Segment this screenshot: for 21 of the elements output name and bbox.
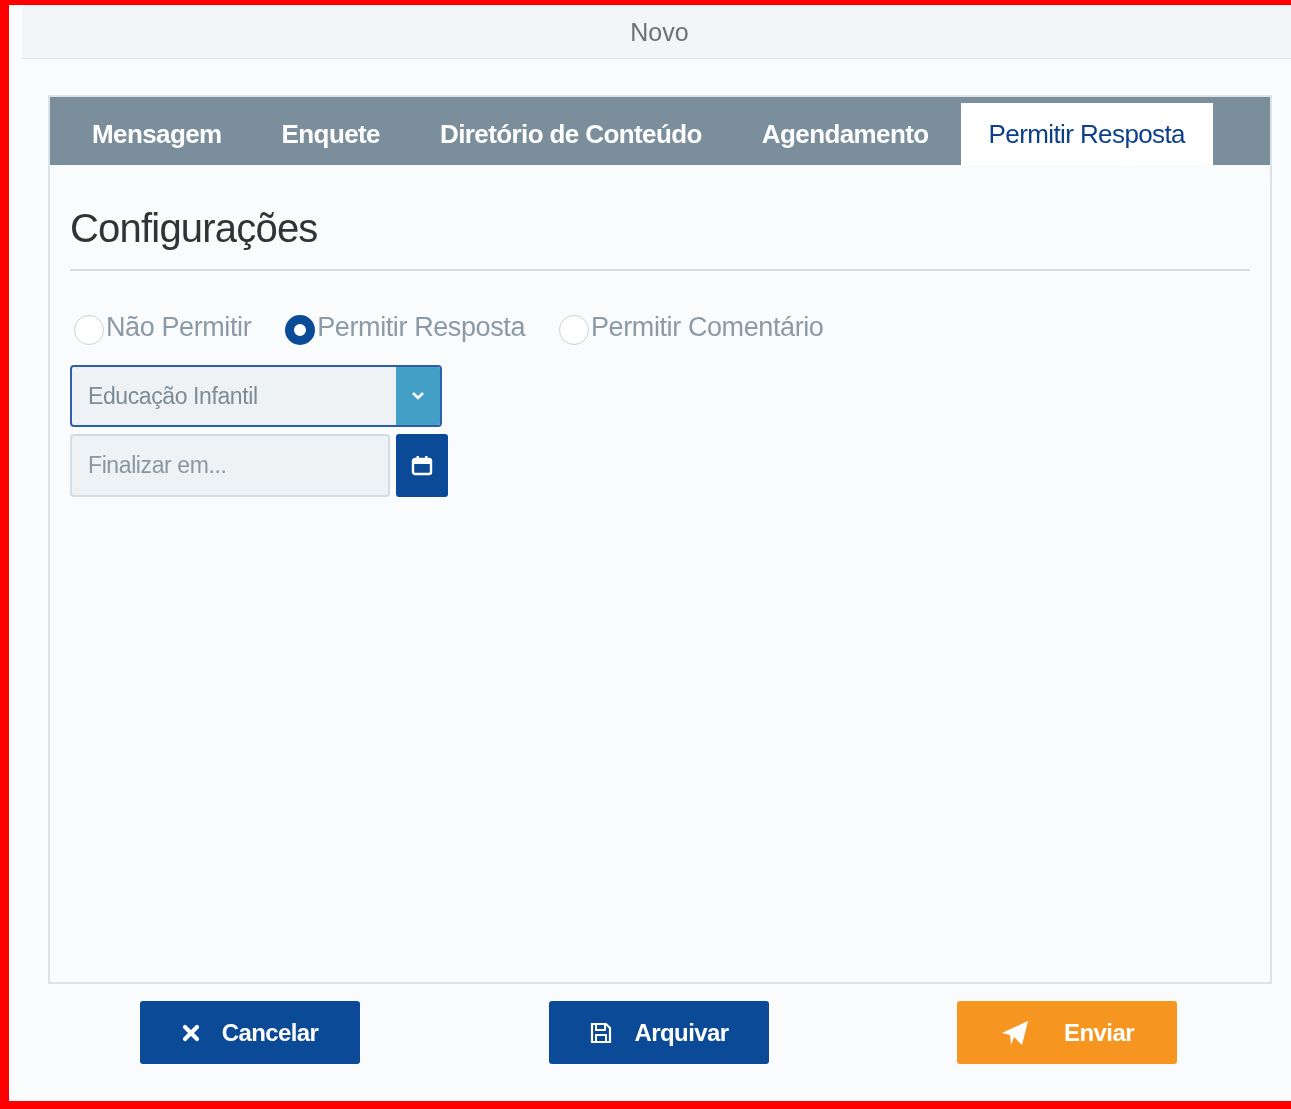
radio-label[interactable]: Não Permitir	[106, 311, 252, 343]
paper-plane-icon	[1000, 1018, 1031, 1047]
cancel-button[interactable]: Cancelar	[140, 1001, 360, 1064]
dropdown-field[interactable]: Educação Infantil	[70, 365, 442, 427]
chevron-down-icon	[411, 391, 425, 401]
close-icon	[181, 1023, 200, 1042]
date-input-field[interactable]: Finalizar em...	[70, 434, 390, 497]
tab[interactable]: Enquete	[251, 103, 410, 165]
send-button[interactable]: Enviar	[957, 1001, 1177, 1064]
radio-label[interactable]: Permitir Resposta	[317, 311, 525, 343]
section-heading: Configurações	[70, 205, 319, 252]
tab[interactable]: Mensagem	[62, 103, 252, 165]
tab[interactable]: Diretório de Conteúdo	[409, 103, 732, 165]
radio-button[interactable]	[285, 315, 316, 345]
calendar-button[interactable]	[396, 434, 448, 497]
tab[interactable]: Agendamento	[731, 103, 959, 165]
archive-button[interactable]: Arquivar	[548, 1001, 769, 1064]
radio-label[interactable]: Permitir Comentário	[591, 311, 824, 343]
calendar-icon	[411, 454, 433, 477]
dialog-title: Novo	[630, 18, 689, 47]
tab[interactable]: Permitir Resposta	[960, 103, 1213, 165]
